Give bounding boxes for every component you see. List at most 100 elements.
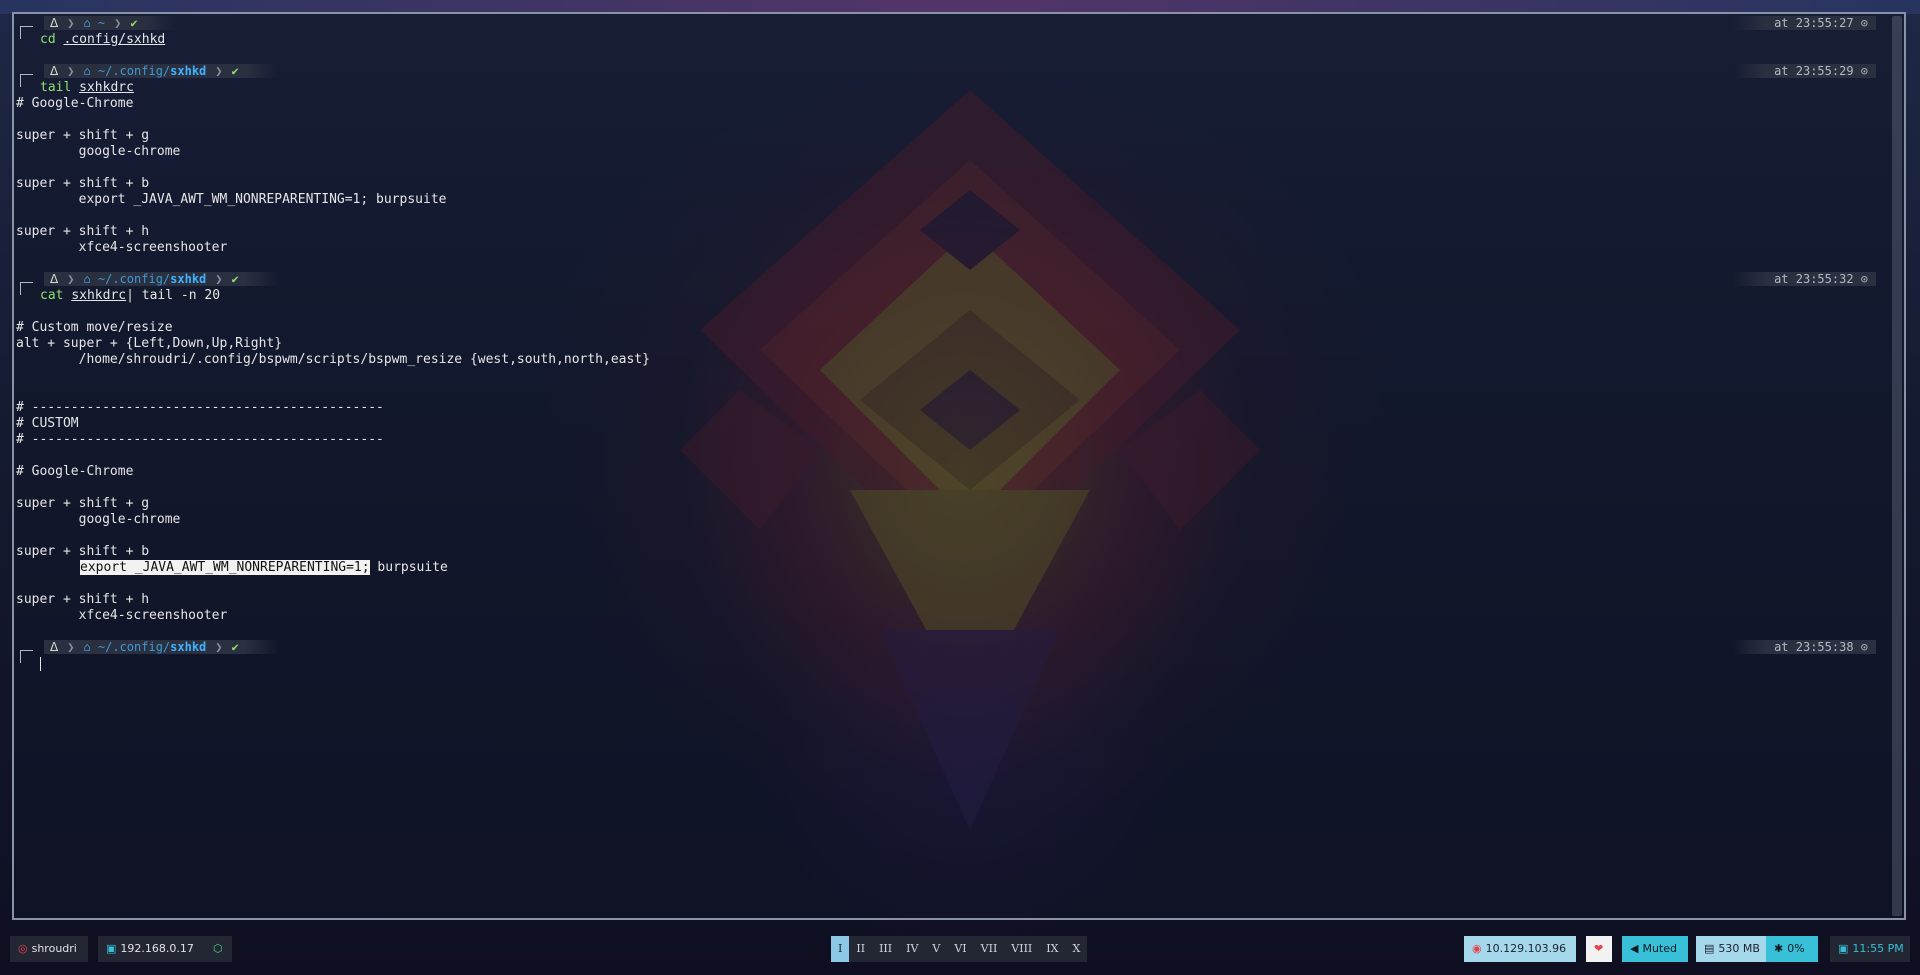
volume-module[interactable]: ◀ Muted <box>1622 936 1688 962</box>
command-arg: .config/sxhkd <box>63 32 166 47</box>
output-line: google-chrome <box>16 512 181 527</box>
text-cursor <box>40 656 41 671</box>
prompt-time: at 23:55:29 ⊙ <box>1732 64 1876 78</box>
local-ip-module[interactable]: ▣ 192.168.0.17 <box>98 936 206 962</box>
separator-icon: ❯ <box>64 272 78 286</box>
prompt-dir-prefix: ~ <box>97 16 106 30</box>
output-line: # Custom move/resize <box>16 320 173 335</box>
output-line: super + shift + h <box>16 224 150 239</box>
prompt-directory: ⌂ ~ <box>77 16 112 30</box>
command-line: cat sxhkdrc| tail -n 20 <box>40 288 220 304</box>
workspace-7[interactable]: VII <box>974 936 1005 962</box>
prompt-dir-prefix: ~/.config/ <box>97 272 171 286</box>
cube-icon[interactable]: ⬡ <box>206 936 232 962</box>
memory-module[interactable]: ▤ 530 MB <box>1696 936 1766 962</box>
output-line: super + shift + g <box>16 496 150 511</box>
workspace-8[interactable]: VIII <box>1004 936 1039 962</box>
target-ip-module[interactable]: ◉ 10.129.103.96 <box>1464 936 1576 962</box>
prompt-bar: ᐃ ❯ ⌂ ~/.config/sxhkd ❯ ✔ <box>18 64 279 78</box>
prompt-dir-bold: sxhkd <box>170 272 207 286</box>
prompt-time: at 23:55:32 ⊙ <box>1732 272 1876 286</box>
output-line: xfce4-screenshooter <box>16 608 228 623</box>
separator-icon: ❯ <box>64 640 78 654</box>
command-rest: | tail -n 20 <box>126 288 221 303</box>
volume-label: Muted <box>1642 942 1677 955</box>
separator-icon: ❯ <box>111 16 125 30</box>
user-module[interactable]: ◎ shroudri <box>10 936 88 962</box>
terminal-window[interactable]: ᐃ ❯ ⌂ ~ ❯ ✔ at 23:55:27 ⊙ cd .config/sxh… <box>12 12 1906 920</box>
workspace-3[interactable]: III <box>872 936 899 962</box>
text-selection[interactable]: export _JAVA_AWT_WM_NONREPARENTING=1; <box>80 560 370 575</box>
prompt-time-text: at 23:55:32 ⊙ <box>1766 272 1876 286</box>
output-line: # --------------------------------------… <box>16 400 384 415</box>
prompt-fade <box>244 640 279 654</box>
clock-label: 11:55 PM <box>1852 942 1904 955</box>
cpu-icon: ✱ <box>1774 942 1784 955</box>
prompt-directory: ⌂ ~/.config/sxhkd <box>77 272 213 286</box>
status-ok-icon: ✔ <box>225 640 245 654</box>
command-arg: sxhkdrc <box>79 80 134 95</box>
prompt-fade <box>244 64 279 78</box>
command-verb: cd <box>40 32 56 47</box>
workspace-10[interactable]: X <box>1065 936 1087 962</box>
output-line: super + shift + b <box>16 544 150 559</box>
command-line: tail sxhkdrc <box>40 80 134 96</box>
status-bar: ◎ shroudri ▣ 192.168.0.17 ⬡ I II III IV V … <box>0 930 1920 970</box>
output-line: super + shift + h <box>16 592 150 607</box>
separator-icon: ❯ <box>212 64 226 78</box>
arch-icon: ᐃ <box>44 272 65 286</box>
separator-icon: ❯ <box>212 272 226 286</box>
cpu-label: 0% <box>1787 942 1805 955</box>
arch-icon: ᐃ <box>44 640 65 654</box>
command-arg: sxhkdrc <box>71 288 127 303</box>
workspace-switcher: I II III IV V VI VII VIII IX X <box>831 936 1088 962</box>
ethernet-icon: ▣ <box>106 942 117 955</box>
local-ip-label: 192.168.0.17 <box>120 942 194 955</box>
workspace-6[interactable]: VI <box>947 936 973 962</box>
bug-icon: ◎ <box>18 942 28 955</box>
heart-icon[interactable]: ❤ <box>1586 936 1612 962</box>
workspace-5[interactable]: V <box>925 936 947 962</box>
workspace-1[interactable]: I <box>831 936 850 962</box>
prompt-dir-bold: sxhkd <box>170 64 207 78</box>
workspace-4[interactable]: IV <box>899 936 925 962</box>
terminal-scrollbar[interactable] <box>1892 16 1902 916</box>
prompt-fade <box>244 272 279 286</box>
prompt-time: at 23:55:38 ⊙ <box>1732 640 1876 654</box>
user-label: shroudri <box>31 942 77 955</box>
memory-label: 530 MB <box>1718 942 1760 955</box>
separator-icon: ❯ <box>212 640 226 654</box>
clock-module[interactable]: ▣ 11:55 PM <box>1830 936 1910 962</box>
output-line: # --------------------------------------… <box>16 432 384 447</box>
output-line: xfce4-screenshooter <box>16 240 228 255</box>
output-line: google-chrome <box>16 144 181 159</box>
output-line: # Google-Chrome <box>16 96 134 111</box>
status-ok-icon: ✔ <box>225 272 245 286</box>
workspace-2[interactable]: II <box>849 936 872 962</box>
output-line: # CUSTOM <box>16 416 79 431</box>
command-line: cd .config/sxhkd <box>40 32 165 48</box>
prompt-directory: ⌂ ~/.config/sxhkd <box>77 640 213 654</box>
prompt-time-text: at 23:55:29 ⊙ <box>1766 64 1876 78</box>
separator-icon: ❯ <box>64 16 78 30</box>
output-line: /home/shroudri/.config/bspwm/scripts/bsp… <box>16 352 650 367</box>
prompt-fade <box>143 16 178 30</box>
output-line-selected[interactable]: export _JAVA_AWT_WM_NONREPARENTING=1; bu… <box>80 560 448 576</box>
output-line: alt + super + {Left,Down,Up,Right} <box>16 336 283 351</box>
output-line: super + shift + b <box>16 176 150 191</box>
output-line: # Google-Chrome <box>16 464 134 479</box>
memory-icon: ▤ <box>1704 942 1715 955</box>
status-ok-icon: ✔ <box>225 64 245 78</box>
clock-icon: ▣ <box>1838 942 1849 955</box>
cpu-module[interactable]: ✱ 0% <box>1766 936 1818 962</box>
prompt-dir-bold: sxhkd <box>170 640 207 654</box>
prompt-time-text: at 23:55:38 ⊙ <box>1766 640 1876 654</box>
command-line[interactable] <box>40 656 41 672</box>
prompt-dir-prefix: ~/.config/ <box>97 640 171 654</box>
prompt-bar: ᐃ ❯ ⌂ ~ ❯ ✔ <box>18 16 178 30</box>
prompt-time: at 23:55:27 ⊙ <box>1732 16 1876 30</box>
arch-icon: ᐃ <box>44 16 65 30</box>
speaker-icon: ◀ <box>1630 942 1639 955</box>
target-icon: ◉ <box>1472 942 1482 955</box>
workspace-9[interactable]: IX <box>1039 936 1065 962</box>
